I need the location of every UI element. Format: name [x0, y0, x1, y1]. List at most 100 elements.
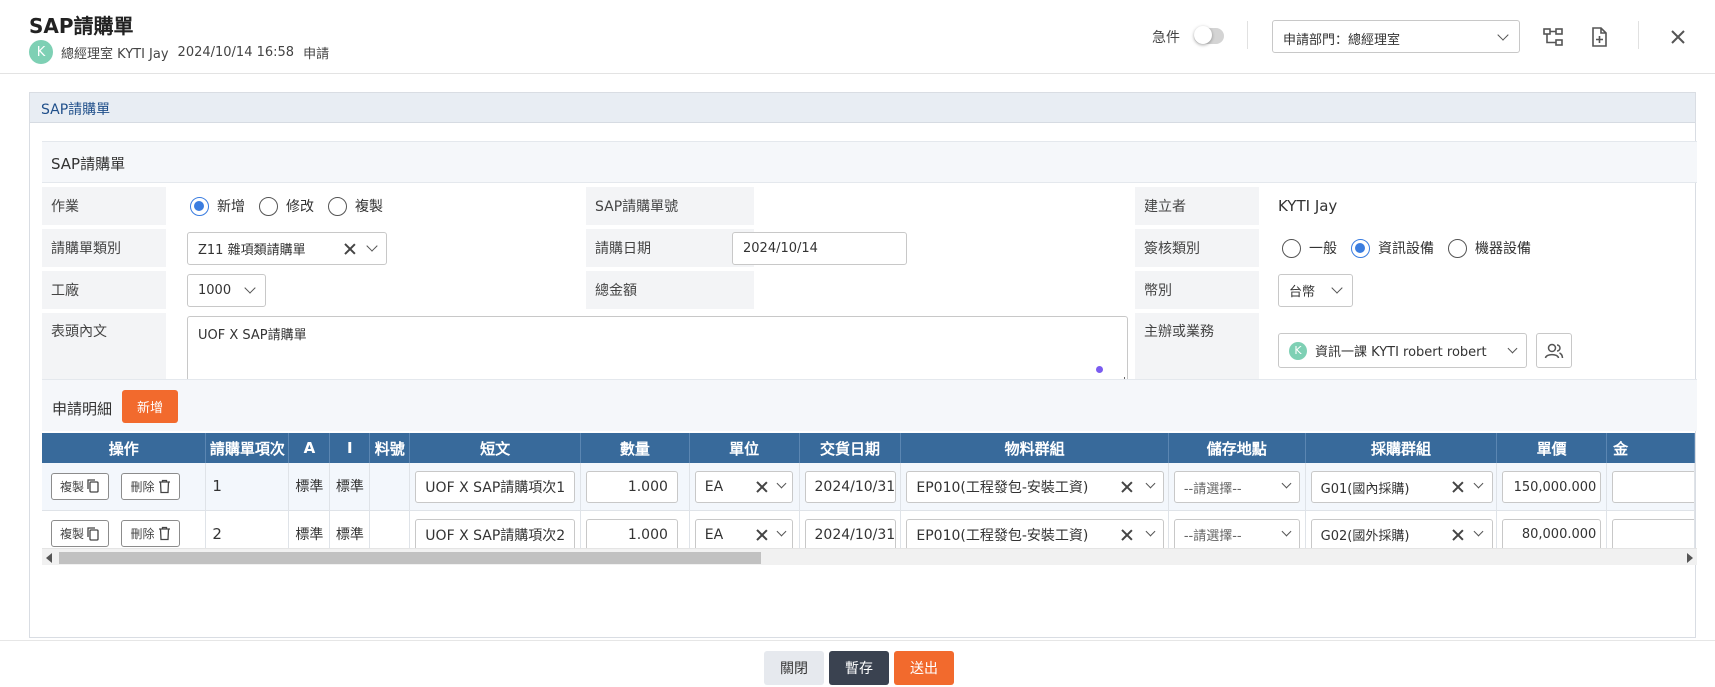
- operation-option-modify[interactable]: 修改: [259, 196, 314, 216]
- plant-label: 工廠: [42, 271, 166, 309]
- approval-radio-group: 一般 資訊設備 機器設備: [1282, 229, 1545, 267]
- type-select[interactable]: Z11 雜項類請購單: [187, 232, 387, 265]
- chevron-down-icon: [1281, 526, 1292, 536]
- radio-selected-icon: [1351, 238, 1370, 258]
- plant-select[interactable]: 1000: [187, 274, 266, 307]
- clear-icon[interactable]: [1121, 481, 1133, 493]
- chevron-down-icon: [1331, 282, 1343, 294]
- material-group-select[interactable]: EP010(工程發包-安裝工資): [906, 518, 1165, 551]
- header-text-area[interactable]: UOF X SAP請購單: [187, 316, 1128, 388]
- currency-select[interactable]: 台幣: [1278, 274, 1353, 307]
- purchase-group-select[interactable]: G01(國內採購): [1310, 471, 1493, 503]
- top-bar: SAP請購單 K 總經理室 KYTI Jay 2024/10/14 16:58 …: [0, 0, 1715, 74]
- scrollbar-thumb[interactable]: [59, 552, 761, 564]
- short-text-input[interactable]: UOF X SAP請購項次1: [415, 471, 576, 503]
- clear-icon[interactable]: [756, 529, 768, 541]
- toggle-knob: [1194, 26, 1212, 44]
- page-title: SAP請購單: [29, 14, 134, 38]
- column-header: 單位: [689, 433, 800, 463]
- column-header: 請購單項次: [205, 433, 290, 463]
- quantity-input[interactable]: 1.000: [585, 518, 678, 551]
- delivery-date-input[interactable]: 2024/10/31: [804, 518, 896, 551]
- applicant-dept: 總經理室 KYTI Jay: [61, 46, 169, 62]
- purchase-group-select[interactable]: G02(國外採購): [1310, 518, 1493, 551]
- operation-option-copy[interactable]: 複製: [328, 196, 383, 216]
- unit-select[interactable]: EA: [694, 471, 793, 503]
- horizontal-scrollbar[interactable]: [42, 548, 1697, 565]
- clear-icon[interactable]: [344, 243, 356, 255]
- delivery-date-input[interactable]: 2024/10/31: [804, 471, 896, 503]
- dept-select-value: 申請部門：總經理室: [1283, 33, 1401, 48]
- column-header: 操作: [42, 433, 207, 463]
- panel-title: SAP請購單: [30, 93, 1695, 123]
- avatar: K: [29, 40, 53, 64]
- footer-bar: 關閉 暫存 送出: [0, 640, 1715, 687]
- unit-price-input[interactable]: 150,000.000: [1502, 471, 1602, 503]
- storage-select[interactable]: --請選擇--: [1173, 471, 1300, 503]
- approval-option-general[interactable]: 一般: [1282, 238, 1337, 258]
- new-document-icon[interactable]: [1586, 24, 1612, 50]
- header-text-value: UOF X SAP請購單: [198, 328, 307, 343]
- radio-icon: [328, 196, 347, 216]
- add-row-button[interactable]: 新增: [122, 390, 178, 423]
- quantity-input[interactable]: 1.000: [585, 471, 678, 503]
- chevron-down-icon: [1473, 478, 1484, 489]
- clear-icon[interactable]: [756, 481, 768, 493]
- column-header: I: [329, 433, 371, 463]
- chevron-down-icon: [366, 240, 378, 252]
- scroll-right-icon[interactable]: [1687, 553, 1693, 563]
- clear-icon[interactable]: [1121, 529, 1133, 541]
- delete-row-button[interactable]: 刪除: [121, 520, 181, 547]
- scroll-left-icon[interactable]: [46, 553, 52, 563]
- currency-label: 幣別: [1135, 271, 1259, 309]
- amount-input[interactable]: [1612, 471, 1694, 503]
- apply-datetime: 2024/10/14 16:58: [177, 44, 295, 60]
- form-panel: SAP請購單 SAP請購單 作業 新增 修改 複製 SAP請購單號 建立者 KY…: [29, 92, 1697, 638]
- divider: [1247, 21, 1248, 49]
- chevron-down-icon: [1281, 478, 1292, 489]
- org-chart-icon[interactable]: [1540, 24, 1566, 50]
- operation-option-add[interactable]: 新增: [190, 196, 245, 216]
- chevron-down-icon: [1507, 343, 1518, 354]
- chevron-down-icon: [1145, 478, 1156, 489]
- amount-input[interactable]: [1612, 518, 1694, 551]
- storage-select[interactable]: --請選擇--: [1173, 518, 1300, 551]
- people-icon: [1544, 343, 1564, 358]
- approval-label: 簽核類別: [1135, 229, 1259, 267]
- owner-avatar: K: [1289, 341, 1307, 360]
- delete-row-button[interactable]: 刪除: [121, 472, 181, 500]
- approval-option-it[interactable]: 資訊設備: [1351, 238, 1434, 258]
- urgent-toggle[interactable]: [1194, 26, 1224, 44]
- urgent-label: 急件: [1152, 30, 1180, 46]
- clear-icon[interactable]: [1452, 529, 1464, 541]
- close-icon[interactable]: [1665, 24, 1691, 50]
- copy-row-button[interactable]: 複製: [51, 520, 110, 547]
- divider: [1638, 21, 1639, 49]
- creator-value: KYTI Jay: [1278, 197, 1338, 215]
- select-person-button[interactable]: [1536, 333, 1572, 368]
- save-draft-button[interactable]: 暫存: [829, 651, 889, 685]
- close-button[interactable]: 關閉: [764, 651, 824, 685]
- owner-select[interactable]: K 資訊一課 KYTI robert robert: [1278, 333, 1527, 368]
- material-group-select[interactable]: EP010(工程發包-安裝工資): [906, 471, 1165, 503]
- clear-icon[interactable]: [1452, 481, 1464, 493]
- column-header: 短文: [409, 433, 581, 463]
- column-header: 單價: [1496, 433, 1608, 463]
- short-text-input[interactable]: UOF X SAP請購項次2: [415, 518, 576, 551]
- table-row: 複製 刪除 1 標準 標準 UOF X SAP請購項次1 1.000 EA 20…: [42, 463, 1695, 511]
- assistant-dot-icon: [1096, 366, 1103, 373]
- chevron-down-icon: [1497, 29, 1509, 41]
- submit-button[interactable]: 送出: [894, 651, 954, 685]
- copy-row-button[interactable]: 複製: [51, 472, 110, 500]
- material-no: [369, 463, 411, 511]
- approval-option-machine[interactable]: 機器設備: [1448, 238, 1531, 258]
- currency-select-value: 台幣: [1289, 285, 1316, 300]
- unit-price-input[interactable]: 80,000.000: [1502, 518, 1602, 551]
- header-text-label: 表頭內文: [42, 313, 166, 381]
- copy-icon: [87, 479, 99, 493]
- dept-select[interactable]: 申請部門：總經理室: [1272, 20, 1520, 53]
- date-input-value: 2024/10/14: [743, 241, 818, 256]
- unit-select[interactable]: EA: [694, 518, 793, 551]
- date-input[interactable]: 2024/10/14: [732, 232, 907, 265]
- detail-section: 申請明細 新增: [42, 379, 1697, 431]
